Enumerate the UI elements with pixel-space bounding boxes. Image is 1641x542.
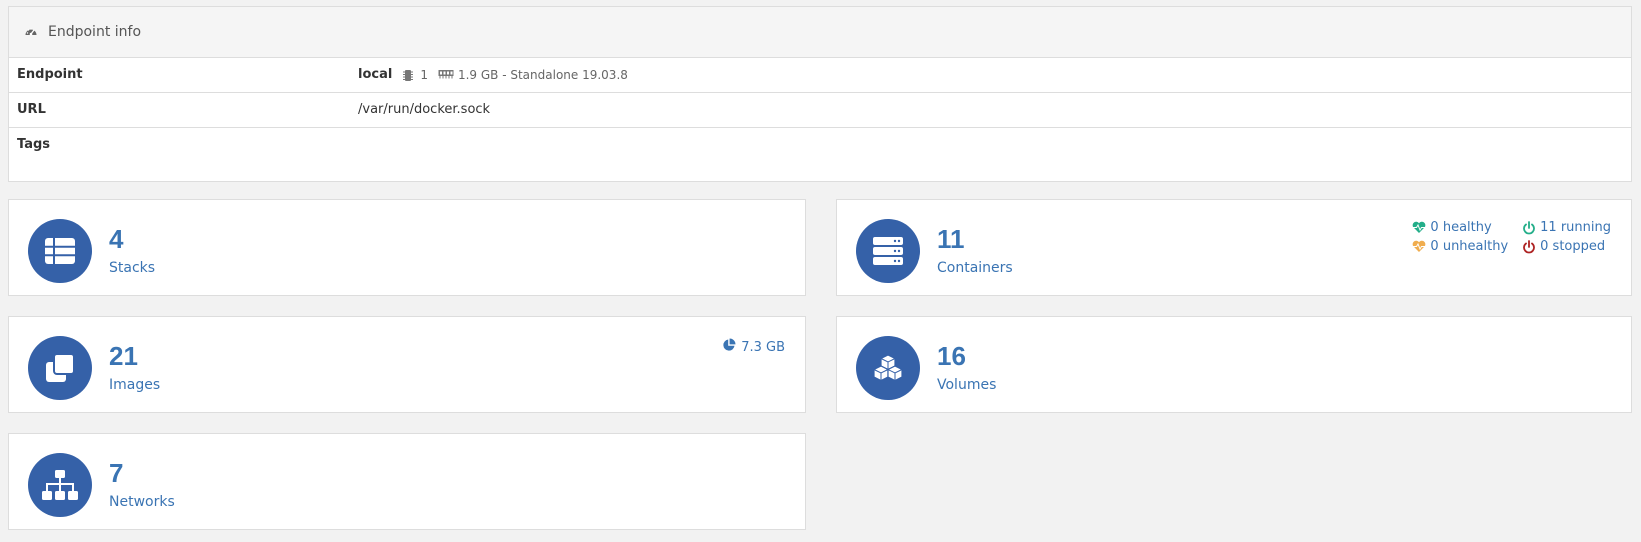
healthy-text: 0 healthy: [1430, 220, 1492, 235]
clone-icon: [28, 336, 92, 400]
endpoint-info-panel: Endpoint info Endpoint local 1 1.9 GB - …: [8, 6, 1632, 182]
endpoint-info-header: Endpoint info: [9, 7, 1631, 58]
healthy-stat: 0 healthy: [1412, 220, 1508, 235]
running-text: 11 running: [1540, 220, 1611, 235]
images-size-text: 7.3 GB: [741, 339, 785, 355]
stopped-text: 0 stopped: [1540, 239, 1606, 254]
stopped-stat: 0 stopped: [1522, 239, 1611, 254]
endpoint-memory: 1.9 GB - Standalone 19.03.8: [457, 67, 628, 82]
stacks-widget[interactable]: 4 Stacks: [8, 199, 806, 296]
url-label: URL: [17, 102, 46, 117]
networks-count: 7: [109, 458, 124, 488]
endpoint-info-title: Endpoint info: [48, 24, 142, 40]
dashboard: Endpoint info Endpoint local 1 1.9 GB - …: [0, 0, 1641, 542]
list-icon: [28, 219, 92, 283]
url-row: URL /var/run/docker.sock: [9, 93, 1631, 128]
images-widget[interactable]: 21 Images 7.3 GB: [8, 316, 806, 413]
tachometer-icon: [24, 25, 38, 39]
tags-label: Tags: [17, 137, 51, 152]
images-count: 21: [109, 341, 138, 371]
heartbeat-icon: [1412, 221, 1426, 234]
containers-widget[interactable]: 11 Containers 0 healthy 11 running 0 unh…: [836, 199, 1632, 296]
heartbeat-warning-icon: [1412, 240, 1426, 253]
volumes-label: Volumes: [937, 377, 997, 393]
container-stats: 0 healthy 11 running 0 unhealthy 0 stopp…: [1412, 220, 1611, 254]
volumes-widget[interactable]: 16 Volumes: [836, 316, 1632, 413]
sitemap-icon: [28, 453, 92, 517]
stacks-label: Stacks: [109, 260, 156, 276]
power-on-icon: [1522, 220, 1536, 235]
stacks-count: 4: [109, 224, 124, 254]
memory-icon: [438, 69, 454, 81]
unhealthy-stat: 0 unhealthy: [1412, 239, 1508, 254]
images-size: 7.3 GB: [722, 338, 785, 356]
cubes-icon: [856, 336, 920, 400]
networks-label: Networks: [109, 494, 175, 510]
containers-label: Containers: [937, 260, 1013, 276]
running-stat: 11 running: [1522, 220, 1611, 235]
volumes-count: 16: [937, 341, 966, 371]
endpoint-row: Endpoint local 1 1.9 GB - Standalone 19.…: [9, 58, 1631, 93]
networks-widget[interactable]: 7 Networks: [8, 433, 806, 530]
url-value: /var/run/docker.sock: [358, 102, 491, 117]
pie-chart-icon: [722, 338, 736, 356]
microchip-icon: [402, 69, 416, 81]
power-off-icon: [1522, 239, 1536, 254]
tags-row: Tags: [9, 128, 1631, 180]
images-label: Images: [109, 377, 161, 393]
endpoint-value: local 1 1.9 GB - Standalone 19.03.8: [358, 58, 628, 82]
endpoint-name: local: [358, 67, 393, 82]
endpoint-label: Endpoint: [17, 67, 83, 82]
containers-count: 11: [937, 224, 965, 254]
server-icon: [856, 219, 920, 283]
endpoint-cpu: 1: [420, 67, 428, 82]
unhealthy-text: 0 unhealthy: [1430, 239, 1509, 254]
